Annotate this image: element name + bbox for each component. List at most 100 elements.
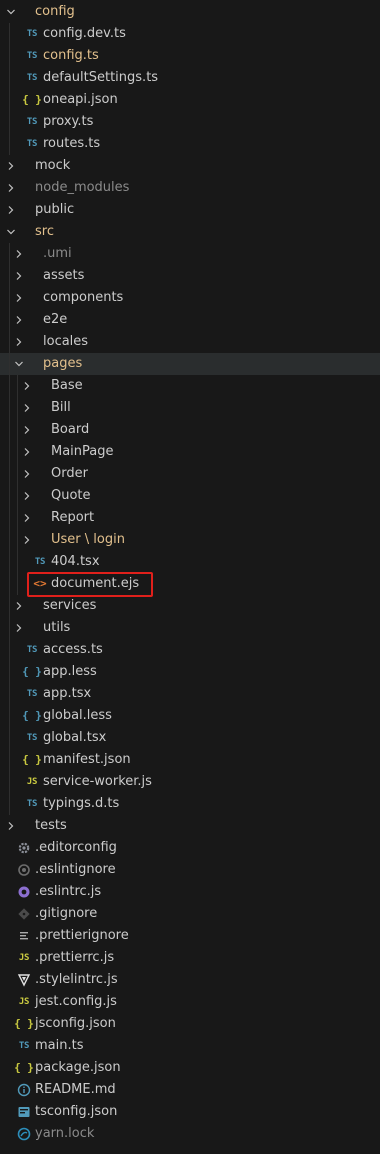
chevron-right-icon[interactable]	[20, 529, 34, 551]
chevron-right-icon[interactable]	[20, 485, 34, 507]
file-item-gitignore[interactable]: .gitignore	[0, 903, 380, 925]
file-item-main-ts[interactable]: TS main.ts	[0, 1035, 380, 1057]
folder-item-user-login[interactable]: User \ login	[0, 529, 380, 551]
chevron-right-icon[interactable]	[4, 815, 18, 837]
folder-item-assets[interactable]: assets	[0, 265, 380, 287]
item-label: package.json	[35, 1060, 121, 1075]
chevron-right-icon[interactable]	[12, 617, 26, 639]
item-label: services	[43, 598, 97, 613]
file-item-jsconfig-json[interactable]: { } jsconfig.json	[0, 1013, 380, 1035]
chevron-right-icon[interactable]	[20, 375, 34, 397]
folder-item-utils[interactable]: utils	[0, 617, 380, 639]
chevron-right-icon[interactable]	[20, 507, 34, 529]
file-item-service-worker-js[interactable]: JS service-worker.js	[0, 771, 380, 793]
item-label: node_modules	[35, 180, 130, 195]
folder-item-quote[interactable]: Quote	[0, 485, 380, 507]
chevron-right-icon[interactable]	[12, 265, 26, 287]
item-label: app.less	[43, 664, 97, 679]
folder-item-board[interactable]: Board	[0, 419, 380, 441]
file-item-config-dev-ts[interactable]: TS config.dev.ts	[0, 23, 380, 45]
file-item-manifest-json[interactable]: { } manifest.json	[0, 749, 380, 771]
file-item-404-tsx[interactable]: TS 404.tsx	[0, 551, 380, 573]
file-item-document-ejs[interactable]: <> document.ejs	[0, 573, 380, 595]
folder-item-order[interactable]: Order	[0, 463, 380, 485]
file-item-global-less[interactable]: { } global.less	[0, 705, 380, 727]
file-item-stylelintrc-js[interactable]: .stylelintrc.js	[0, 969, 380, 991]
folder-item-node-modules[interactable]: node_modules	[0, 177, 380, 199]
chevron-right-icon[interactable]	[12, 287, 26, 309]
folder-item-components[interactable]: components	[0, 287, 380, 309]
chevron-right-icon[interactable]	[12, 331, 26, 353]
folder-item-src[interactable]: src	[0, 221, 380, 243]
folder-item-tests[interactable]: tests	[0, 815, 380, 837]
file-item-app-tsx[interactable]: TS app.tsx	[0, 683, 380, 705]
stylelint-icon	[16, 969, 32, 991]
folder-item-locales[interactable]: locales	[0, 331, 380, 353]
folder-item-bill[interactable]: Bill	[0, 397, 380, 419]
file-item-app-less[interactable]: { } app.less	[0, 661, 380, 683]
file-item-yarn-lock[interactable]: yarn.lock	[0, 1123, 380, 1145]
chevron-down-icon[interactable]	[4, 221, 18, 243]
folder-item-report[interactable]: Report	[0, 507, 380, 529]
chevron-right-icon[interactable]	[4, 155, 18, 177]
javascript-icon: JS	[18, 997, 30, 1007]
typescript-icon: TS	[26, 799, 38, 809]
chevron-down-icon[interactable]	[12, 353, 26, 375]
folder-item-umi[interactable]: .umi	[0, 243, 380, 265]
folder-item-config[interactable]: config	[0, 1, 380, 23]
file-item-access-ts[interactable]: TS access.ts	[0, 639, 380, 661]
folder-item-public[interactable]: public	[0, 199, 380, 221]
file-item-tsconfig-json[interactable]: tsconfig.json	[0, 1101, 380, 1123]
folder-item-e2e[interactable]: e2e	[0, 309, 380, 331]
chevron-down-icon[interactable]	[4, 1, 18, 23]
folder-item-base[interactable]: Base	[0, 375, 380, 397]
item-label: mock	[35, 158, 71, 173]
chevron-right-icon[interactable]	[4, 199, 18, 221]
file-item-package-json[interactable]: { } package.json	[0, 1057, 380, 1079]
folder-item-pages[interactable]: pages	[0, 353, 380, 375]
file-item-typings-d-ts[interactable]: TS typings.d.ts	[0, 793, 380, 815]
eslintignore-icon	[16, 859, 32, 881]
chevron-right-icon[interactable]	[12, 595, 26, 617]
folder-item-mainpage[interactable]: MainPage	[0, 441, 380, 463]
chevron-right-icon[interactable]	[20, 463, 34, 485]
chevron-right-icon[interactable]	[20, 441, 34, 463]
file-item-config-ts[interactable]: TS config.ts	[0, 45, 380, 67]
typescript-icon: TS	[18, 1041, 30, 1051]
item-label: config	[35, 4, 75, 19]
item-label: .eslintignore	[35, 862, 116, 877]
file-item-eslintignore[interactable]: .eslintignore	[0, 859, 380, 881]
git-icon	[16, 903, 32, 925]
file-item-jest-config-js[interactable]: JS jest.config.js	[0, 991, 380, 1013]
item-label: manifest.json	[43, 752, 131, 767]
chevron-right-icon[interactable]	[20, 397, 34, 419]
chevron-right-icon[interactable]	[20, 419, 34, 441]
item-label: Quote	[51, 488, 91, 503]
item-label: Base	[51, 378, 83, 393]
code-brackets-icon: <>	[33, 577, 47, 590]
item-label: jsconfig.json	[35, 1016, 116, 1031]
file-item-readme-md[interactable]: README.md	[0, 1079, 380, 1101]
file-item-prettierrc-js[interactable]: JS .prettierrc.js	[0, 947, 380, 969]
file-item-routes-ts[interactable]: TS routes.ts	[0, 133, 380, 155]
less-icon: { }	[22, 665, 42, 678]
item-label: locales	[43, 334, 89, 349]
folder-item-mock[interactable]: mock	[0, 155, 380, 177]
typescript-icon: TS	[26, 29, 38, 39]
file-item-prettierignore[interactable]: .prettierignore	[0, 925, 380, 947]
folder-item-services[interactable]: services	[0, 595, 380, 617]
file-item-editorconfig[interactable]: .editorconfig	[0, 837, 380, 859]
chevron-right-icon[interactable]	[12, 243, 26, 265]
file-item-defaultsettings-ts[interactable]: TS defaultSettings.ts	[0, 67, 380, 89]
file-item-oneapi-json[interactable]: { } oneapi.json	[0, 89, 380, 111]
file-item-proxy-ts[interactable]: TS proxy.ts	[0, 111, 380, 133]
indent-guide-pages	[17, 375, 18, 595]
file-item-global-tsx[interactable]: TS global.tsx	[0, 727, 380, 749]
item-label: e2e	[43, 312, 68, 327]
item-label: global.tsx	[43, 730, 107, 745]
chevron-right-icon[interactable]	[4, 177, 18, 199]
file-item-eslintrc-js[interactable]: .eslintrc.js	[0, 881, 380, 903]
info-icon	[16, 1079, 32, 1101]
chevron-right-icon[interactable]	[12, 309, 26, 331]
item-label: Board	[51, 422, 90, 437]
